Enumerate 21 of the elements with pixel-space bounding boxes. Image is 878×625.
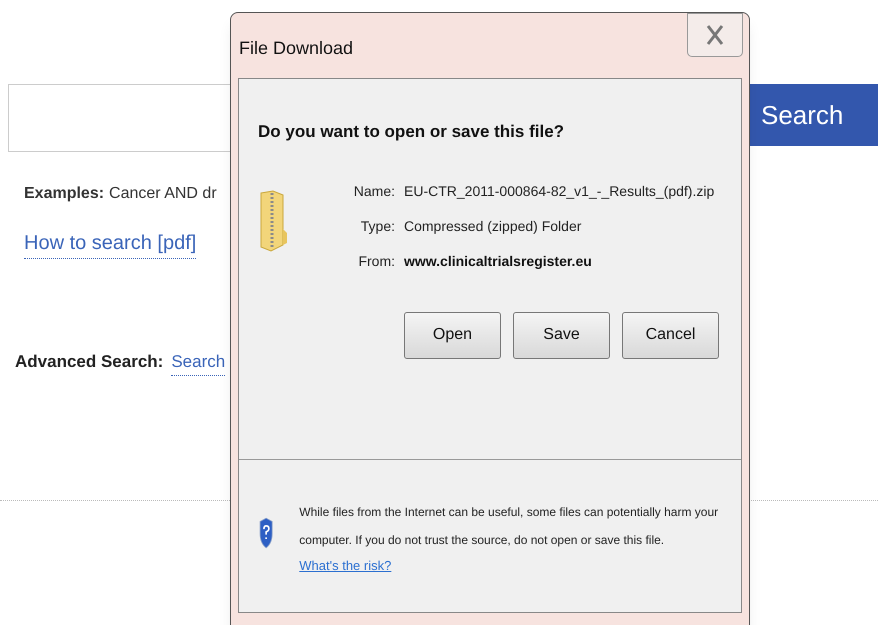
- close-icon: [706, 24, 724, 46]
- dialog-button[interactable]: Save: [513, 312, 610, 358]
- warning-text: While files from the Internet can be useful, some files can potentially harm your computer. If you do not trust the source, do not open or save this file.: [299, 504, 720, 549]
- examples-text: Cancer AND dr: [109, 184, 217, 204]
- advanced-search-label: Advanced Search:: [15, 351, 164, 373]
- window-title: File Download: [239, 37, 354, 60]
- dialog-button[interactable]: Cancel: [622, 312, 719, 358]
- examples-label: Examples:: [24, 184, 104, 204]
- field-value: www.clinicaltrialsregister.eu: [404, 252, 592, 271]
- whats-the-risk-link[interactable]: What's the risk?: [299, 554, 392, 578]
- field-label: Type:: [360, 216, 395, 236]
- close-button[interactable]: [687, 13, 743, 57]
- zip-folder-icon: [259, 188, 289, 252]
- dialog-button[interactable]: Open: [404, 312, 501, 358]
- field-value: Compressed (zipped) Folder: [404, 216, 582, 236]
- field-label: Name:: [352, 182, 395, 200]
- field-value: EU-CTR_2011-000864-82_v1_-_Results_(pdf).zip: [404, 182, 714, 201]
- dialog-question: Do you want to open or save this file?: [258, 121, 566, 143]
- how-to-search-link[interactable]: How to search [pdf]: [24, 228, 196, 259]
- advanced-search-link[interactable]: Search: [171, 349, 226, 376]
- field-label: From:: [357, 252, 395, 270]
